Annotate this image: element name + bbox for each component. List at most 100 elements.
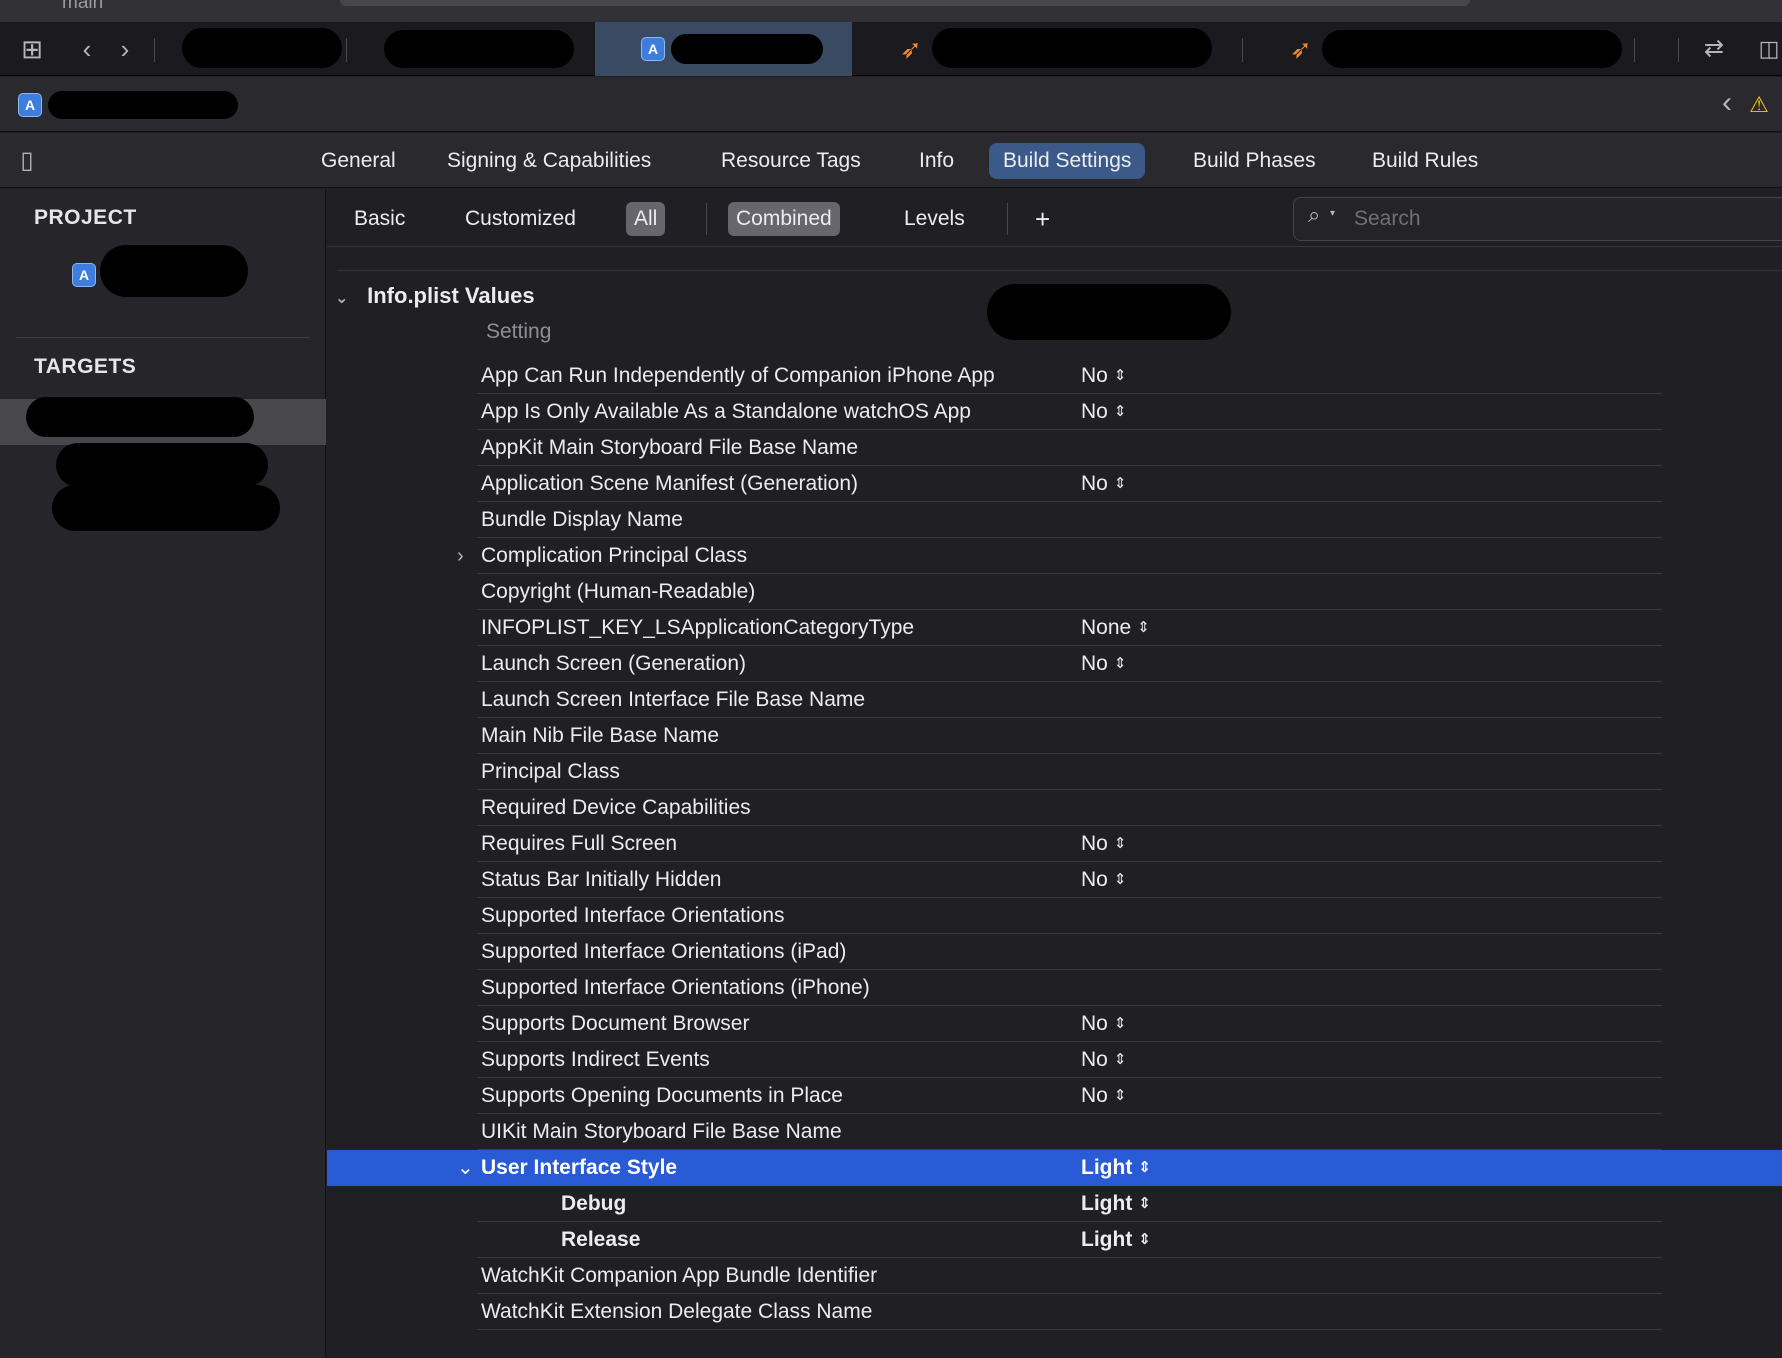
tab-separator (1678, 38, 1679, 62)
filter-levels[interactable]: Levels (896, 202, 973, 236)
filter-separator (706, 203, 707, 235)
setting-row[interactable]: Supports Document Browser No ⇕ (327, 1006, 1782, 1042)
setting-value-popup[interactable]: None ⇕ (1081, 610, 1150, 648)
document-tab-active[interactable]: A (595, 22, 852, 76)
filter-combined[interactable]: Combined (728, 202, 840, 236)
setting-row[interactable]: AppKit Main Storyboard File Base Name (327, 430, 1782, 466)
setting-row[interactable]: App Can Run Independently of Companion i… (327, 358, 1782, 394)
setting-row[interactable]: UIKit Main Storyboard File Base Name (327, 1114, 1782, 1150)
title-bar: main (0, 0, 1782, 22)
setting-row-selected[interactable]: ⌄ User Interface Style Light ⇕ (327, 1150, 1782, 1186)
redacted-tab-name (384, 30, 574, 68)
updown-chevron-icon: ⇕ (1137, 619, 1150, 636)
setting-value-popup[interactable]: Light ⇕ (1081, 1222, 1151, 1260)
tab-info[interactable]: Info (905, 143, 968, 179)
setting-value-popup[interactable]: No ⇕ (1081, 1042, 1126, 1080)
document-tab[interactable] (170, 22, 350, 76)
setting-value-popup[interactable]: No ⇕ (1081, 1078, 1126, 1116)
setting-value: No (1081, 472, 1108, 495)
setting-subrow[interactable]: Debug Light ⇕ (327, 1186, 1782, 1222)
setting-row[interactable]: Launch Screen (Generation) No ⇕ (327, 646, 1782, 682)
setting-row[interactable]: INFOPLIST_KEY_LSApplicationCategoryType N… (327, 610, 1782, 646)
sidebar-toggle-icon[interactable]: ▯ (10, 133, 44, 188)
setting-value-popup[interactable]: No ⇕ (1081, 862, 1126, 900)
tab-resource-tags[interactable]: Resource Tags (707, 143, 875, 179)
project-file-icon[interactable]: A (18, 93, 42, 117)
swap-arrows-icon[interactable]: ⇄ (1696, 22, 1732, 76)
setting-value-popup[interactable]: No ⇕ (1081, 466, 1126, 504)
setting-name: INFOPLIST_KEY_LSApplicationCategoryType (481, 616, 915, 639)
setting-row[interactable]: Supported Interface Orientations (327, 898, 1782, 934)
add-setting-button[interactable]: + (1027, 202, 1058, 236)
setting-row[interactable]: › Complication Principal Class (327, 538, 1782, 574)
search-icon[interactable]: ⌕ (1308, 202, 1320, 228)
search-input[interactable] (1352, 198, 1776, 240)
setting-row[interactable]: Requires Full Screen No ⇕ (327, 826, 1782, 862)
setting-row[interactable]: WatchKit Companion App Bundle Identifier (327, 1258, 1782, 1294)
document-tab-bar: ⊞ ‹ › A ➶ ➶ ⇄ ◫ (0, 22, 1782, 76)
setting-value-popup[interactable]: Light ⇕ (1081, 1150, 1151, 1188)
chevron-down-icon[interactable]: ⌄ (335, 281, 361, 317)
chevron-right-icon[interactable]: › (110, 22, 140, 76)
setting-value-popup[interactable]: No ⇕ (1081, 358, 1126, 396)
setting-row[interactable]: Launch Screen Interface File Base Name (327, 682, 1782, 718)
chevron-down-icon[interactable]: ▾ (1330, 208, 1335, 219)
setting-value-popup[interactable]: Light ⇕ (1081, 1186, 1151, 1224)
setting-value-popup[interactable]: No ⇕ (1081, 1006, 1126, 1044)
setting-name: Principal Class (481, 760, 620, 783)
filter-basic[interactable]: Basic (346, 202, 413, 236)
search-field[interactable]: ⌕ ▾ (1293, 197, 1782, 241)
chevron-right-icon[interactable]: › (457, 538, 464, 574)
grid-icon[interactable]: ⊞ (14, 22, 50, 76)
document-tab[interactable] (366, 22, 586, 76)
setting-name: Supports Document Browser (481, 1012, 750, 1035)
warning-icon[interactable]: ⚠ (1744, 77, 1774, 132)
updown-chevron-icon: ⇕ (1113, 1087, 1127, 1104)
swift-file-icon: ➶ (1290, 34, 1312, 64)
updown-chevron-icon: ⇕ (1138, 1195, 1151, 1212)
table-top-divider (337, 270, 1782, 271)
setting-value-popup[interactable]: No ⇕ (1081, 826, 1126, 864)
setting-value: No (1081, 868, 1108, 891)
setting-row[interactable]: WatchKit Extension Delegate Class Name (327, 1294, 1782, 1330)
setting-name: Supported Interface Orientations (iPad) (481, 940, 847, 963)
inspector-toggle-icon[interactable]: ◫ (1756, 22, 1782, 76)
tab-build-phases[interactable]: Build Phases (1179, 143, 1330, 179)
tab-general[interactable]: General (307, 143, 410, 179)
setting-row[interactable]: Main Nib File Base Name (327, 718, 1782, 754)
chevron-left-icon[interactable]: ‹ (72, 22, 102, 76)
updown-chevron-icon: ⇕ (1113, 1051, 1127, 1068)
chevron-left-icon[interactable]: ‹ (1712, 75, 1742, 130)
setting-row[interactable]: Supported Interface Orientations (iPad) (327, 934, 1782, 970)
setting-row[interactable]: Principal Class (327, 754, 1782, 790)
redacted-tab-name (182, 28, 342, 68)
setting-row[interactable]: App Is Only Available As a Standalone wa… (327, 394, 1782, 430)
setting-name: App Is Only Available As a Standalone wa… (481, 400, 971, 423)
setting-row[interactable]: Required Device Capabilities (327, 790, 1782, 826)
setting-row[interactable]: Application Scene Manifest (Generation) N… (327, 466, 1782, 502)
updown-chevron-icon: ⇕ (1113, 655, 1127, 672)
setting-value: No (1081, 1048, 1108, 1071)
document-tab[interactable]: ➶ (1260, 22, 1640, 76)
setting-row[interactable]: Supports Indirect Events No ⇕ (327, 1042, 1782, 1078)
filter-all[interactable]: All (626, 202, 666, 236)
tab-signing-capabilities[interactable]: Signing & Capabilities (433, 143, 665, 179)
tab-build-settings[interactable]: Build Settings (989, 143, 1146, 179)
tab-build-rules[interactable]: Build Rules (1358, 143, 1492, 179)
setting-name: Supports Opening Documents in Place (481, 1084, 843, 1107)
project-icon: A (72, 263, 96, 287)
setting-row[interactable]: Supported Interface Orientations (iPhone… (327, 970, 1782, 1006)
setting-value-popup[interactable]: No ⇕ (1081, 646, 1126, 684)
setting-row[interactable]: Status Bar Initially Hidden No ⇕ (327, 862, 1782, 898)
setting-value: No (1081, 832, 1108, 855)
redacted-target-name (26, 397, 254, 437)
setting-subrow[interactable]: Release Light ⇕ (327, 1222, 1782, 1258)
setting-row[interactable]: Supports Opening Documents in Place No ⇕ (327, 1078, 1782, 1114)
filter-customized[interactable]: Customized (457, 202, 584, 236)
setting-row[interactable]: Bundle Display Name (327, 502, 1782, 538)
document-tab[interactable]: ➶ (860, 22, 1240, 76)
group-header-info-plist[interactable]: ⌄ Info.plist Values (335, 278, 535, 314)
setting-value-popup[interactable]: No ⇕ (1081, 394, 1126, 432)
setting-row[interactable]: Copyright (Human-Readable) (327, 574, 1782, 610)
chevron-down-icon[interactable]: ⌄ (457, 1150, 474, 1186)
